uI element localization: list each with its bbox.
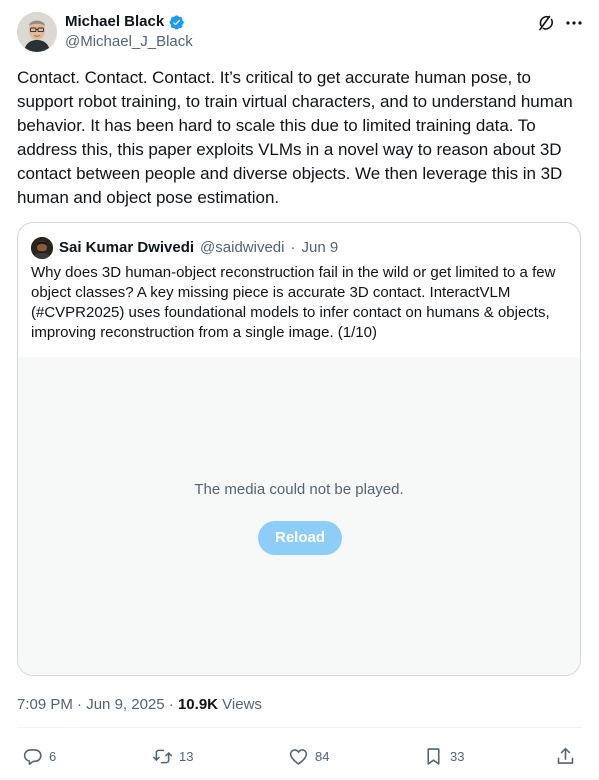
quote-author-avatar[interactable] [31, 237, 53, 259]
quote-author-name[interactable]: Sai Kumar Dwivedi [59, 239, 194, 257]
share-button[interactable] [555, 745, 576, 767]
like-count: 84 [315, 748, 330, 764]
repost-count: 13 [179, 748, 194, 764]
media-error-message: The media could not be played. [194, 481, 404, 498]
divider [17, 727, 582, 728]
bookmark-count: 33 [450, 748, 465, 764]
repost-icon [152, 746, 173, 767]
bookmark-button[interactable]: 33 [423, 745, 464, 767]
views-label: Views [222, 696, 262, 713]
tweet-meta: 7:09 PM · Jun 9, 2025 · 10.9K Views [17, 696, 262, 714]
reply-icon [22, 746, 43, 767]
reload-button[interactable]: Reload [258, 521, 342, 555]
like-button[interactable]: 84 [288, 745, 329, 767]
media-player[interactable]: The media could not be played. Reload [18, 357, 580, 675]
meta-separator: · [168, 696, 178, 713]
tweet-time[interactable]: 7:09 PM [17, 696, 73, 713]
reply-button[interactable]: 6 [22, 745, 56, 767]
quote-separator: · [290, 239, 296, 256]
quote-header: Sai Kumar Dwivedi @saidwivedi · Jun 9 [31, 237, 338, 259]
author-avatar[interactable] [17, 12, 57, 52]
author-handle[interactable]: @Michael_J_Black [65, 33, 193, 51]
author-name-text[interactable]: Michael Black [65, 13, 164, 31]
like-icon [288, 746, 309, 767]
grok-icon[interactable] [536, 13, 556, 33]
bottom-divider [0, 778, 599, 779]
verified-badge-icon[interactable] [168, 14, 185, 31]
meta-separator: · [77, 696, 87, 713]
views-count: 10.9K [177, 696, 218, 713]
reply-count: 6 [49, 748, 57, 764]
share-icon [555, 746, 576, 767]
repost-button[interactable]: 13 [152, 745, 193, 767]
tweet-date[interactable]: Jun 9, 2025 [86, 696, 164, 713]
quote-text: Why does 3D human-object reconstruction … [31, 264, 556, 341]
author-name[interactable]: Michael Black [65, 13, 185, 31]
more-icon[interactable] [564, 13, 584, 33]
bookmark-icon [423, 746, 444, 767]
quote-date[interactable]: Jun 9 [301, 239, 338, 257]
tweet-text: Contact. Contact. Contact. It’s critical… [17, 68, 573, 207]
tweet-detail: Michael Black @Michael_J_Black Contact. … [0, 0, 599, 780]
quoted-tweet[interactable]: Sai Kumar Dwivedi @saidwivedi · Jun 9 Wh… [17, 222, 581, 676]
quote-author-handle[interactable]: @saidwivedi [200, 239, 284, 257]
